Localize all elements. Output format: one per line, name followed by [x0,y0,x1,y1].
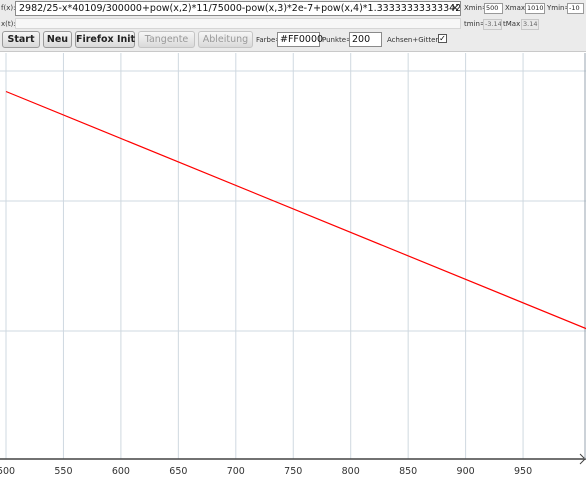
neu-button[interactable]: Neu [43,31,72,48]
x-tick-label: 850 [399,466,417,477]
axes-grid-checkbox[interactable]: ✓ [438,34,447,43]
xmax-input[interactable]: 1010 [525,3,545,14]
start-button[interactable]: Start [2,31,40,48]
xt-label: x(t): [1,20,16,28]
plot-area[interactable]: 500 550 600 650 700 750 800 850 900 950 [0,53,586,480]
x-tick-label: 550 [54,466,72,477]
punkte-label: Punkte= [322,36,352,44]
function-input[interactable]: 2982/25-x*40109/300000+pow(x,2)*11/75000… [15,1,461,16]
function-curve [5,90,586,330]
x-tick-label: 950 [514,466,532,477]
tmax-input[interactable]: 3.14 [521,19,539,30]
x-tick-label: 650 [169,466,187,477]
ableitung-button[interactable]: Ableitung [198,31,253,48]
function-graph: 500 550 600 650 700 750 800 850 900 950 [0,53,586,477]
x-tick-label: 600 [112,466,130,477]
x-tick-label: 800 [342,466,360,477]
fx-label: f(x): [1,4,16,12]
ymin-input[interactable]: -10 [567,3,584,14]
points-input[interactable]: 200 [349,32,382,47]
control-toolbar: f(x): 2982/25-x*40109/300000+pow(x,2)*11… [0,0,586,52]
x-tick-label: 900 [457,466,475,477]
x-tick-label: 750 [284,466,302,477]
x-tick-label: 500 [0,466,15,477]
tmin-input[interactable]: -3.14 [483,19,502,30]
firefox-init-button[interactable]: Firefox Init [75,31,135,48]
tangente-button[interactable]: Tangente [138,31,195,48]
axes-grid-label: Achsen+Gitter: [387,36,441,44]
xmin-input[interactable]: 500 [484,3,503,14]
clear-function-button[interactable]: × [450,1,460,16]
parametric-x-input[interactable] [15,18,461,29]
x-tick-label: 700 [227,466,245,477]
color-input[interactable]: #FF0000 [277,32,323,47]
